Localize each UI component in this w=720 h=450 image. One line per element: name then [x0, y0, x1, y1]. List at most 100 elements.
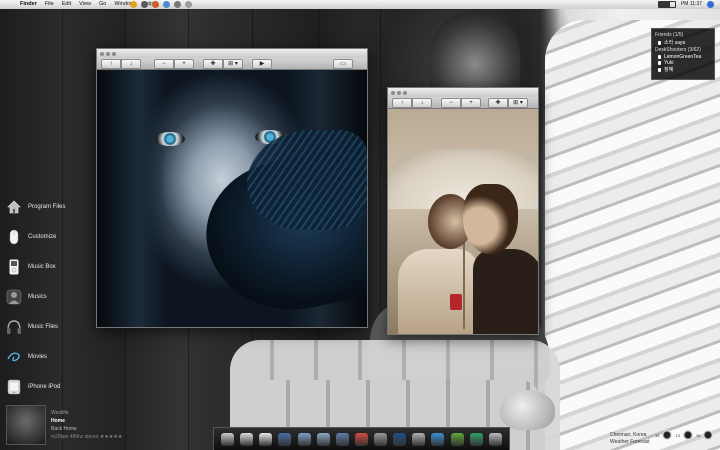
zoom-button[interactable] — [112, 51, 116, 56]
weather-location: Cheonan, Korea — [610, 432, 647, 438]
buddy-name: 소라 saya — [664, 40, 686, 46]
view-menu-button[interactable]: ⊞ ▾ — [508, 97, 528, 108]
downloads-icon[interactable] — [488, 432, 502, 446]
forecast-temp: 13 — [675, 432, 680, 438]
trash-icon[interactable] — [221, 432, 235, 446]
buddy-status-icon — [658, 61, 661, 65]
zoom-group: − + — [441, 97, 481, 108]
photo-couple-umbrella — [388, 109, 538, 334]
menu-extras — [130, 1, 192, 8]
launcher-label: Movies — [28, 354, 48, 360]
coda-icon[interactable] — [469, 432, 483, 446]
weather-widget[interactable]: Cheonan, Korea Weather Forecast — [610, 432, 650, 446]
close-button[interactable] — [391, 90, 395, 95]
menu-edit[interactable]: Edit — [58, 0, 75, 9]
window-title-bar[interactable] — [97, 49, 367, 58]
adium-icon[interactable] — [450, 432, 464, 446]
actual-size-button[interactable]: ✚ — [488, 97, 508, 108]
fullscreen-button[interactable]: ▭ — [333, 58, 353, 69]
buddy-name: 정혜 — [664, 67, 674, 73]
menulet-1-icon[interactable] — [130, 1, 137, 8]
ipod-icon — [6, 259, 22, 275]
buddy-status-icon — [658, 55, 661, 59]
photo-woman-feathers — [97, 70, 367, 327]
buddy-status-icon — [658, 67, 661, 72]
itunes-icon[interactable] — [259, 432, 273, 446]
itunes-blue-icon[interactable] — [431, 432, 445, 446]
zoom-in-button[interactable]: + — [461, 97, 481, 108]
zoom-group: − + — [154, 58, 194, 69]
launcher-item-iphone-ipod[interactable]: iPhone iPod — [6, 372, 86, 402]
weather-provider: Weather Forecast — [610, 439, 650, 445]
buddy-item[interactable]: 정혜 — [658, 66, 711, 73]
menu-clock[interactable]: PM 11:37 — [681, 0, 702, 9]
image-viewer-window-2[interactable]: ↑ ↓ − + ✚ ⊞ ▾ — [387, 87, 539, 335]
next-button[interactable]: ↓ — [412, 97, 432, 108]
buddy-status-icon — [658, 40, 661, 45]
menulet-5-icon[interactable] — [174, 1, 181, 8]
finder-icon[interactable] — [240, 432, 254, 446]
zoom-button[interactable] — [403, 90, 407, 95]
album-art[interactable] — [6, 405, 46, 445]
launcher-item-program-files[interactable]: Program Files — [6, 192, 86, 222]
menulet-4-icon[interactable] — [163, 1, 170, 8]
launcher-label: Music Files — [28, 324, 59, 330]
window-title-bar[interactable] — [388, 88, 538, 97]
forecast-temp: 16 — [695, 432, 701, 438]
image-viewer-window-1[interactable]: ↑ ↓ − + ✚ ⊞ ▾ ▶ ▭ — [96, 48, 368, 328]
nav-group: ↑ ↓ — [392, 97, 432, 108]
launcher-item-musics[interactable]: Musics — [6, 282, 86, 312]
close-button[interactable] — [100, 51, 104, 56]
menu-view[interactable]: View — [75, 0, 95, 9]
buddy-item[interactable]: 소라 saya — [658, 39, 711, 46]
launcher-item-movies[interactable]: Movies — [6, 342, 86, 372]
buddy-list-widget[interactable]: Friends (1/5) 소라 saya DeskShooters (3/62… — [651, 28, 715, 80]
minimize-button[interactable] — [106, 51, 110, 56]
artist-name: Westlife — [51, 410, 69, 416]
next-button[interactable]: ↓ — [121, 58, 141, 69]
launcher-sidebar: Program Files Customize Music Box Musics… — [6, 192, 86, 402]
menulet-2-icon[interactable] — [141, 1, 148, 8]
menulet-6-icon[interactable] — [185, 1, 192, 8]
mouse-icon — [6, 229, 22, 245]
menu-bar: Finder File Edit View Go Window Help PM … — [0, 0, 720, 9]
menu-finder[interactable]: Finder — [16, 0, 41, 9]
menu-go[interactable]: Go — [95, 0, 110, 9]
menulet-3-icon[interactable] — [152, 1, 159, 8]
ical-icon[interactable] — [354, 432, 368, 446]
actual-size-button[interactable]: ✚ — [203, 58, 223, 69]
menu-file[interactable]: File — [41, 0, 58, 9]
view-menu-button[interactable]: ⊞ ▾ — [223, 58, 243, 69]
buddy-group-label[interactable]: DeskShooters (3/62) — [655, 47, 711, 53]
calculator-icon[interactable] — [374, 432, 388, 446]
launcher-label: Music Box — [28, 264, 56, 270]
mail-icon[interactable] — [335, 432, 349, 446]
quicktime-icon[interactable] — [297, 432, 311, 446]
zoom-out-button[interactable]: − — [154, 58, 174, 69]
system-preferences-icon[interactable] — [412, 432, 426, 446]
battery-icon[interactable] — [657, 1, 676, 8]
zoom-out-button[interactable]: − — [441, 97, 461, 108]
photoshop-icon[interactable] — [393, 432, 407, 446]
now-playing-widget[interactable]: Westlife Home Back Home m28kpx 48khz ste… — [6, 405, 126, 445]
buddy-group-label[interactable]: Friends (1/5) — [655, 32, 711, 38]
slideshow-button[interactable]: ▶ — [252, 58, 272, 69]
wallpaper-pillow — [545, 20, 720, 450]
launcher-label: Customize — [28, 234, 57, 240]
house-icon — [6, 199, 22, 215]
previous-button[interactable]: ↑ — [392, 97, 412, 108]
previous-button[interactable]: ↑ — [101, 58, 121, 69]
launcher-item-music-box[interactable]: Music Box — [6, 252, 86, 282]
wallpaper-foot — [500, 390, 555, 430]
zoom-in-button[interactable]: + — [174, 58, 194, 69]
nav-group: ↑ ↓ — [101, 58, 141, 69]
photos-icon[interactable] — [278, 432, 292, 446]
minimize-button[interactable] — [397, 90, 401, 95]
safari-icon[interactable] — [316, 432, 330, 446]
spotlight-icon[interactable] — [707, 1, 714, 8]
launcher-item-customize[interactable]: Customize — [6, 222, 86, 252]
launcher-item-music-files[interactable]: Music Files — [6, 312, 86, 342]
now-playing-info: Westlife Home Back Home m28kpx 48khz ste… — [51, 409, 122, 441]
dock — [213, 427, 510, 450]
weather-day-icon — [662, 430, 673, 440]
